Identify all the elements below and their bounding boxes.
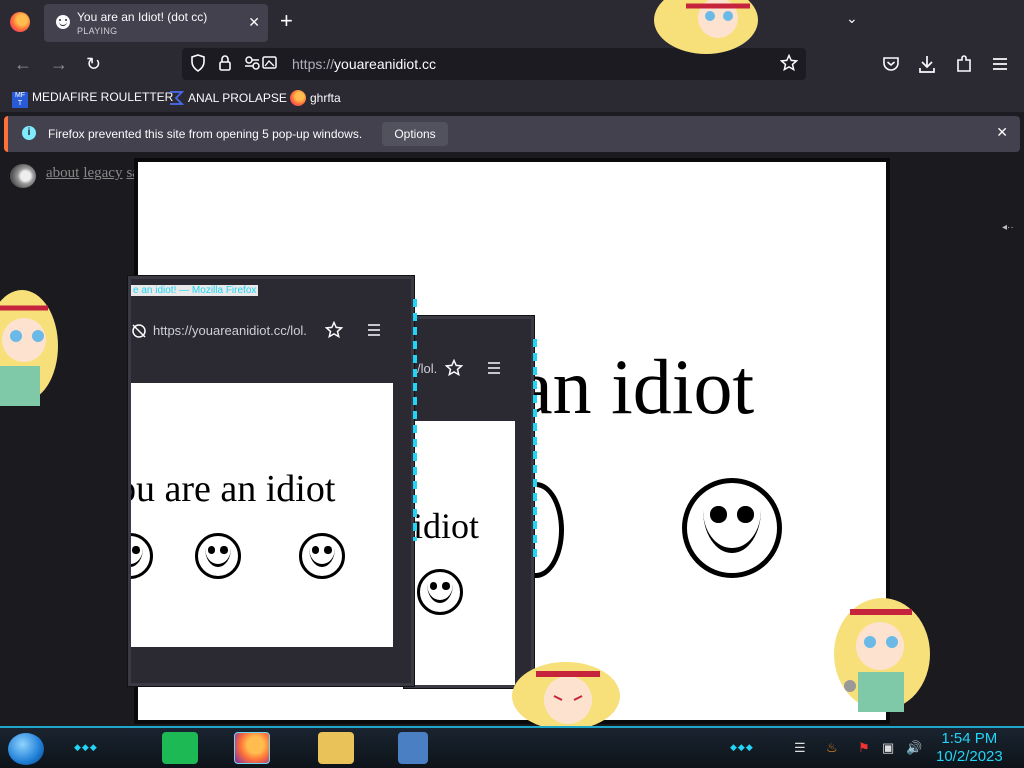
popup-window-1[interactable]: e an idiot! — Mozilla Firefox https://yo… — [128, 276, 417, 686]
star-character-sprite — [834, 598, 930, 712]
reload-button[interactable]: ↻ — [86, 52, 101, 76]
smiley-icon — [417, 569, 463, 615]
smiley-favicon-icon — [56, 15, 70, 29]
smiley-icon — [131, 533, 153, 579]
options-button[interactable]: Options — [382, 122, 448, 146]
forward-button[interactable]: → — [50, 52, 68, 76]
taskbar-decoration-left: ◆◆◆ — [74, 742, 98, 752]
popup-url[interactable]: https://youareanidiot.cc/lol. — [153, 323, 307, 338]
file-explorer-taskbar-icon[interactable] — [318, 732, 354, 764]
tracking-protection-off-icon[interactable] — [131, 323, 147, 339]
new-tab-button[interactable]: + — [280, 9, 293, 33]
headline-text: an idiot — [518, 343, 755, 430]
star-character-sprite — [654, 0, 758, 54]
action-center-flag-icon[interactable]: ⚑ — [858, 740, 870, 756]
firefox-icon — [290, 90, 306, 106]
app-menu-hamburger-icon[interactable] — [487, 361, 501, 375]
tracking-protection-shield-icon[interactable] — [190, 54, 206, 72]
bookmark-ghrfta[interactable]: ghrfta — [290, 90, 341, 106]
taskbar: ◆◆◆ ◆◆◆ ☰ ♨ ⚑ ▣ 🔊 1:54 PM 10/2/2023 — [0, 726, 1024, 768]
bookmark-anal-prolapse[interactable]: ANAL PROLAPSE — [168, 90, 287, 106]
url-protocol: https:// — [292, 56, 335, 72]
smiley-icon — [682, 478, 782, 578]
taskbar-decoration-right: ◆◆◆ — [730, 742, 754, 752]
star-character-sprite — [0, 290, 58, 406]
bookmark-mediafire-roulette[interactable]: MF T MEDIAFIRE ROULETTER — [12, 90, 173, 108]
notification-message: Firefox prevented this site from opening… — [48, 127, 363, 141]
tab-strip: You are an Idiot! (dot cc) PLAYING ✕ + ⌄ — [0, 0, 1024, 44]
extensions-puzzle-icon[interactable] — [955, 54, 973, 74]
network-icon[interactable]: ▣ — [882, 740, 894, 756]
url-text[interactable]: https://youareanidiot.cc — [292, 56, 436, 72]
java-tray-icon[interactable]: ♨ — [826, 740, 838, 756]
permissions-icon[interactable] — [244, 54, 278, 72]
info-icon: i — [22, 126, 36, 140]
bookmark-label: MEDIAFIRE ROULETTER — [32, 90, 174, 104]
popup-title: e an idiot! — Mozilla Firefox — [131, 285, 259, 296]
tab-close-icon[interactable]: ✕ — [248, 14, 260, 31]
nav-bar: ← → ↻ https://youareanidiot.cc — [0, 44, 1024, 84]
star-character-sprite — [512, 662, 620, 728]
popup-url[interactable]: /lol. — [417, 361, 437, 376]
firefox-view-icon[interactable] — [10, 12, 30, 32]
system-clock[interactable]: 1:54 PM 10/2/2023 — [936, 730, 1003, 766]
spotify-taskbar-icon[interactable] — [162, 732, 198, 764]
bookmark-star-icon[interactable] — [325, 321, 343, 339]
back-button[interactable]: ← — [14, 52, 32, 76]
tab-youareanidiot[interactable]: You are an Idiot! (dot cc) PLAYING ✕ — [44, 4, 268, 42]
downloads-icon[interactable] — [918, 54, 936, 74]
bookmark-star-icon[interactable] — [780, 54, 798, 72]
remote-desktop-taskbar-icon[interactable] — [398, 732, 428, 764]
show-hidden-icons-icon[interactable]: ☰ — [794, 740, 806, 756]
volume-icon[interactable]: 🔊 — [906, 740, 922, 756]
popup-blocked-notification: i Firefox prevented this site from openi… — [4, 116, 1020, 152]
pocket-icon[interactable] — [882, 55, 900, 73]
popup-content: ou are an idiot — [131, 383, 393, 647]
app-menu-hamburger-icon[interactable] — [992, 56, 1008, 72]
url-host: youareanidiot.cc — [334, 56, 436, 72]
list-all-tabs-button[interactable]: ⌄ — [846, 10, 858, 27]
popup-window-2[interactable]: /lol. idiot — [404, 316, 537, 688]
speaker-icon[interactable] — [10, 164, 36, 188]
smiley-icon — [195, 533, 241, 579]
bookmark-label: ANAL PROLAPSE — [188, 91, 287, 105]
tab-audio-status[interactable]: PLAYING — [77, 26, 117, 36]
popup-idiot-text: idiot — [415, 506, 480, 546]
bookmarks-toolbar: MF T MEDIAFIRE ROULETTER ANAL PROLAPSE ghr… — [0, 84, 1024, 112]
bookmark-star-icon[interactable] — [445, 359, 463, 377]
bookmark-label: ghrfta — [310, 91, 341, 105]
link-about[interactable]: about — [46, 165, 79, 181]
clock-time: 1:54 PM — [941, 730, 998, 747]
smiley-icon — [299, 533, 345, 579]
popup-content: idiot — [415, 421, 515, 685]
popup-idiot-text: ou are an idiot — [131, 468, 336, 510]
bookmark-symbol-icon — [170, 91, 184, 105]
clock-date: 10/2/2023 — [936, 748, 1003, 765]
tab-title: You are an Idiot! (dot cc) — [77, 10, 208, 24]
mediafire-icon: MF T — [12, 92, 28, 108]
lock-icon[interactable] — [218, 54, 232, 72]
start-button[interactable] — [8, 733, 44, 765]
firefox-taskbar-icon[interactable] — [234, 732, 270, 764]
close-notification-icon[interactable]: ✕ — [996, 124, 1008, 141]
scroll-indicator: ◂·· — [1002, 222, 1014, 233]
app-menu-hamburger-icon[interactable] — [367, 323, 381, 337]
link-legacy[interactable]: legacy — [83, 165, 122, 181]
